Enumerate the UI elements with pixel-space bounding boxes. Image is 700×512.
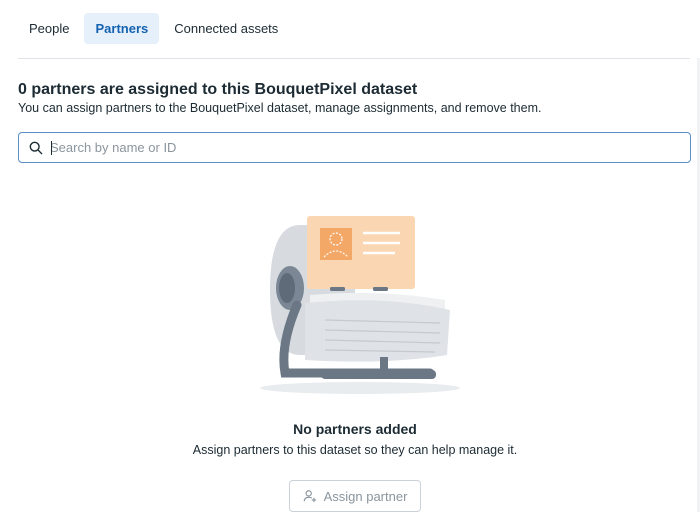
tab-bar: People Partners Connected assets <box>18 13 289 44</box>
tab-divider <box>18 58 690 59</box>
page-description: You can assign partners to the BouquetPi… <box>18 101 542 115</box>
page-title: 0 partners are assigned to this BouquetP… <box>18 81 418 98</box>
assign-partner-button[interactable]: Assign partner <box>289 480 421 512</box>
assign-partner-label: Assign partner <box>323 488 408 504</box>
search-box[interactable] <box>18 132 691 163</box>
tab-people[interactable]: People <box>18 13 80 44</box>
partners-page: People Partners Connected assets 0 partn… <box>0 0 700 512</box>
tab-connected-assets[interactable]: Connected assets <box>163 13 289 44</box>
text-caret <box>51 141 52 155</box>
tab-partners[interactable]: Partners <box>84 13 160 44</box>
add-person-icon <box>303 490 316 503</box>
rolodex-illustration <box>260 216 460 394</box>
empty-state-title: No partners added <box>293 421 417 437</box>
search-icon <box>29 141 43 154</box>
search-input[interactable] <box>50 135 670 160</box>
empty-state-description: Assign partners to this dataset so they … <box>192 443 518 457</box>
